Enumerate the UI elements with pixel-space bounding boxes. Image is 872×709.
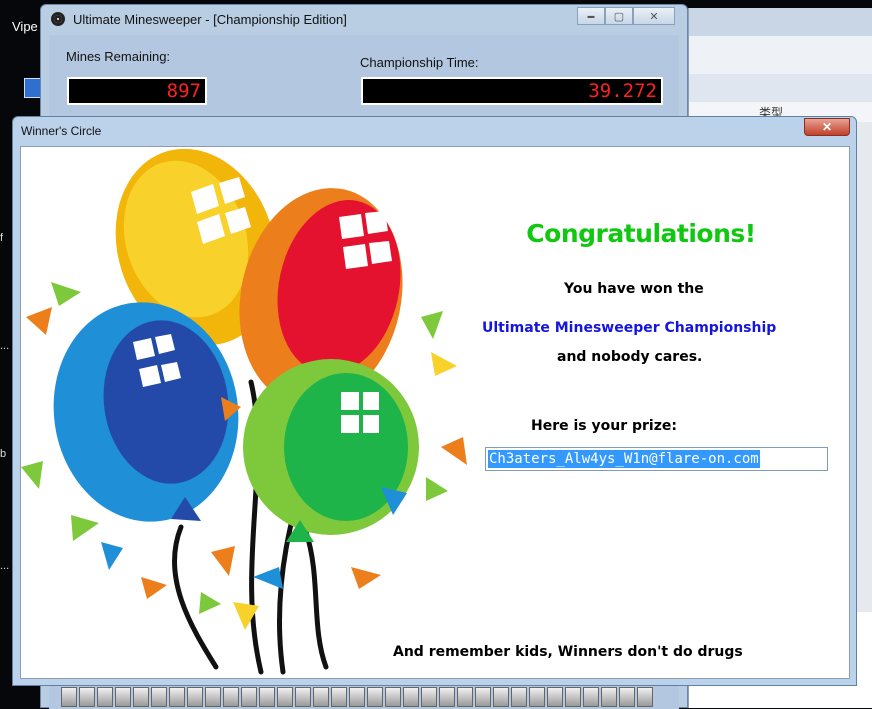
mine-cell[interactable]: [421, 687, 437, 707]
dialog-title: Winner's Circle: [21, 124, 102, 138]
mine-cell[interactable]: [547, 687, 563, 707]
maximize-icon: ▢: [613, 10, 625, 23]
prize-field[interactable]: Ch3aters_Alw4ys_W1n@flare-on.com: [485, 447, 828, 471]
mine-cell[interactable]: [583, 687, 599, 707]
mine-grid[interactable]: [61, 687, 671, 709]
mine-cell[interactable]: [313, 687, 329, 707]
mine-cell[interactable]: [169, 687, 185, 707]
mine-cell[interactable]: [241, 687, 257, 707]
mine-cell[interactable]: [601, 687, 617, 707]
championship-timer: 39.272: [361, 77, 663, 105]
footer-text: And remember kids, Winners don't do drug…: [393, 644, 743, 660]
mine-cell[interactable]: [529, 687, 545, 707]
minimize-button[interactable]: ▬: [577, 7, 605, 25]
mine-cell[interactable]: [205, 687, 221, 707]
desktop-icon-label[interactable]: Vipe: [12, 19, 38, 34]
mines-remaining-label: Mines Remaining:: [66, 49, 171, 64]
dialog-close-button[interactable]: ✕: [804, 118, 850, 136]
mine-cell[interactable]: [79, 687, 95, 707]
minesweeper-titlebar[interactable]: Ultimate Minesweeper - [Championship Edi…: [41, 5, 687, 33]
bg-address-bar: [689, 74, 872, 103]
mine-cell[interactable]: [61, 687, 77, 707]
mine-cell[interactable]: [403, 687, 419, 707]
championship-time-label: Championship Time:: [360, 55, 479, 70]
mine-cell[interactable]: [295, 687, 311, 707]
winners-circle-dialog: Winner's Circle ✕ Congratulations! You h…: [12, 116, 857, 686]
prize-value[interactable]: Ch3aters_Alw4ys_W1n@flare-on.com: [488, 450, 760, 468]
mine-cell[interactable]: [439, 687, 455, 707]
mine-cell[interactable]: [565, 687, 581, 707]
mine-cell[interactable]: [133, 687, 149, 707]
mine-cell[interactable]: [619, 687, 635, 707]
prize-label: Here is your prize:: [531, 418, 677, 434]
mine-cell[interactable]: [277, 687, 293, 707]
mine-cell[interactable]: [493, 687, 509, 707]
desktop-mark: b: [0, 448, 7, 460]
mine-cell[interactable]: [367, 687, 383, 707]
mine-cell[interactable]: [349, 687, 365, 707]
mine-cell[interactable]: [115, 687, 131, 707]
close-icon: ✕: [821, 120, 833, 134]
mine-cell[interactable]: [457, 687, 473, 707]
close-button[interactable]: ✕: [633, 7, 675, 25]
maximize-button[interactable]: ▢: [605, 7, 633, 25]
won-text: You have won the: [564, 281, 704, 297]
mine-cell[interactable]: [97, 687, 113, 707]
window-controls: ▬ ▢ ✕: [577, 7, 675, 25]
nobody-cares-text: and nobody cares.: [557, 349, 703, 365]
mine-icon: [51, 12, 65, 26]
mine-cell[interactable]: [223, 687, 239, 707]
mines-remaining-counter: 897: [67, 77, 207, 105]
mine-cell[interactable]: [259, 687, 275, 707]
window-title: Ultimate Minesweeper - [Championship Edi…: [73, 12, 347, 27]
mine-cell[interactable]: [637, 687, 653, 707]
bg-toolbar: [689, 36, 872, 75]
mine-cell[interactable]: [475, 687, 491, 707]
mine-cell[interactable]: [385, 687, 401, 707]
green-balloon: [243, 359, 419, 542]
dialog-content: Congratulations! You have won the Ultima…: [20, 146, 850, 679]
close-icon: ✕: [649, 10, 659, 23]
balloons-illustration: [21, 148, 467, 675]
minimize-icon: ▬: [587, 12, 595, 20]
desktop-mark: f: [0, 232, 4, 244]
desktop-mark: ...: [0, 560, 10, 572]
desktop-mark: ...: [0, 340, 10, 352]
mine-cell[interactable]: [187, 687, 203, 707]
mine-cell[interactable]: [331, 687, 347, 707]
championship-text: Ultimate Minesweeper Championship: [482, 320, 777, 336]
mine-cell[interactable]: [511, 687, 527, 707]
mine-cell[interactable]: [151, 687, 167, 707]
congratulations-heading: Congratulations!: [526, 219, 756, 248]
